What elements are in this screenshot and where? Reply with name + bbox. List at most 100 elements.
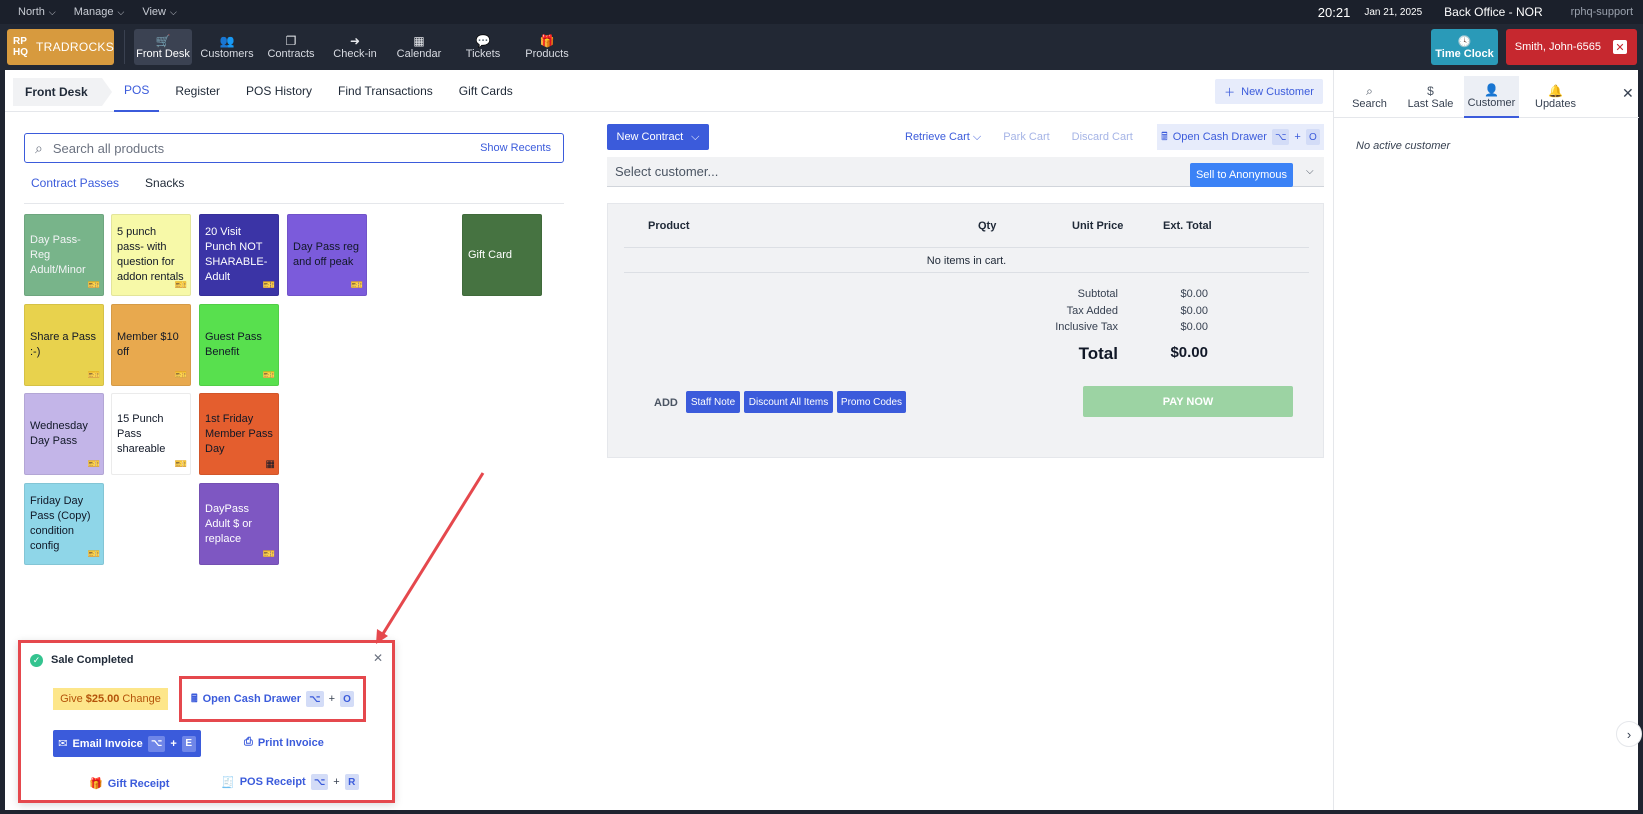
product-tile-label: Day Pass- Reg Adult/Minor [30,233,86,276]
gift-receipt-button[interactable]: 🎁 Gift Receipt [89,777,169,791]
tab-snacks[interactable]: Snacks [138,176,191,204]
nav-calendar[interactable]: ▦ Calendar [390,29,448,65]
tab-last-sale[interactable]: $ Last Sale [1403,76,1458,118]
promo-codes-button[interactable]: Promo Codes [837,391,906,413]
new-customer-button[interactable]: ＋ New Customer [1215,79,1323,104]
sell-to-anonymous-button[interactable]: Sell to Anonymous [1190,163,1293,187]
product-tile[interactable]: 1st Friday Member Pass Day ▦ [199,393,279,475]
product-tile[interactable]: 15 Punch Pass shareable 🎫 [111,393,191,475]
sale-completed-toast: ✓ Sale Completed ✕ Give $25.00 Change 🖩 … [18,640,395,803]
nav-check-in[interactable]: ➜ Check-in [326,29,384,65]
menu-north[interactable]: North ⌵ [18,6,56,18]
park-cart-button[interactable]: Park Cart [1003,131,1049,143]
tab-pos-history[interactable]: POS History [236,70,322,112]
chevron-down-icon: ⌵ [691,130,700,143]
tab-find-transactions[interactable]: Find Transactions [328,70,443,112]
keyboard-modifier-icon: ⌥ [310,774,329,790]
ticket-icon: 🎫 [87,459,100,470]
product-tile-label: Guest Pass Benefit [205,331,262,358]
search-icon: ⌕ [35,139,43,156]
tab-updates[interactable]: 🔔 Updates [1528,76,1583,118]
product-tile[interactable]: DayPass Adult $ or replace 🎫 [199,483,279,565]
nav-label: Customers [200,48,254,60]
divider [624,247,1309,248]
menu-manage[interactable]: Manage ⌵ [74,6,125,18]
product-tile-label: 5 punch pass- with question for addon re… [117,226,184,283]
staff-note-button[interactable]: Staff Note [686,391,740,413]
shortcut-key: O [340,691,354,707]
retrieve-cart-button[interactable]: Retrieve Cart ⌵ [905,131,981,144]
nav-customers[interactable]: 👥 Customers [198,29,256,65]
breadcrumb[interactable]: Front Desk [13,78,112,106]
clock-time: 20:21 [1317,4,1351,20]
email-invoice-button[interactable]: ✉ Email Invoice ⌥ + E [53,730,201,757]
discount-all-items-button[interactable]: Discount All Items [744,391,833,413]
keyboard-modifier-icon: ⌥ [306,691,324,707]
shortcut-key: E [181,735,196,752]
toast-title: Sale Completed [51,654,134,666]
product-tile-label: DayPass Adult $ or replace [205,502,253,545]
checkin-icon: ➜ [349,34,361,48]
nav-label: Calendar [396,48,442,60]
product-tile[interactable]: 20 Visit Punch NOT SHARABLE- Adult 🎫 [199,214,279,296]
ticket-icon: 🎫 [262,280,275,291]
nav-products[interactable]: 🎁 Products [518,29,576,65]
product-search[interactable]: ⌕ Search all products Show Recents [24,133,564,163]
user-button[interactable]: Smith, John-6565 ✕ [1506,29,1637,65]
show-recents-link[interactable]: Show Recents [480,142,551,154]
close-icon[interactable]: ✕ [373,651,383,665]
chevron-down-icon: ⌵ [48,7,56,17]
pay-now-button[interactable]: PAY NOW [1083,386,1293,417]
open-cash-drawer-button[interactable]: 🖩 Open Cash Drawer ⌥ + O [1157,124,1324,150]
office-name[interactable]: Back Office - NOR [1444,5,1542,19]
pos-receipt-button[interactable]: 🧾 POS Receipt ⌥ + R [221,774,359,790]
ticket-icon: 🎫 [87,549,100,560]
nav-divider [124,30,125,64]
tab-search[interactable]: ⌕ Search [1342,76,1397,118]
support-user[interactable]: rphq-support [1571,6,1633,18]
menu-view[interactable]: View ⌵ [142,6,176,18]
product-tile[interactable]: Share a Pass :-) 🎫 [24,304,104,386]
product-tile[interactable]: Day Pass reg and off peak 🎫 [287,214,367,296]
tab-gift-cards[interactable]: Gift Cards [449,70,523,112]
product-tile[interactable]: Gift Card [462,214,542,296]
chevron-down-icon: ⌵ [117,7,125,17]
product-tile[interactable]: Wednesday Day Pass 🎫 [24,393,104,475]
cart-panel: Product Qty Unit Price Ext. Total No ite… [607,203,1324,458]
no-active-customer-text: No active customer [1356,140,1451,152]
product-tile[interactable]: Day Pass- Reg Adult/Minor 🎫 [24,214,104,296]
app-logo[interactable]: RP HQ TRADROCKS [7,29,114,65]
new-contract-button[interactable]: New Contract ⌵ [607,124,709,150]
tab-register[interactable]: Register [165,70,230,112]
inclusive-tax-value: $0.00 [1180,321,1208,333]
nav-contracts[interactable]: ❐ Contracts [262,29,320,65]
open-cash-drawer-button[interactable]: 🖩 Open Cash Drawer ⌥ + O [179,676,366,722]
bell-icon: 🔔 [1548,84,1563,98]
close-icon[interactable]: ✕ [1622,85,1634,102]
ticket-icon: 🎫 [174,280,187,291]
search-input[interactable]: Search all products [53,141,164,156]
ticket-icon: 🎫 [262,370,275,381]
print-invoice-button[interactable]: ⎙ Print Invoice [244,736,324,749]
change-amount: $25.00 [85,693,120,705]
inclusive-tax-label: Inclusive Tax [1055,321,1118,333]
nav-label: Products [525,48,569,60]
product-tile-label: Friday Day Pass (Copy) condition config [30,495,91,552]
chevron-down-icon[interactable]: ⌵ [1306,166,1314,177]
product-tile[interactable]: Member $10 off 🎫 [111,304,191,386]
tab-pos[interactable]: POS [114,70,160,112]
gift-icon: 🎁 [89,778,103,790]
nav-tickets[interactable]: 💬 Tickets [454,29,512,65]
main-navbar: RP HQ TRADROCKS 🛒 Front Desk 👥 Customers ❐ Co… [0,24,1643,70]
time-clock-button[interactable]: 🕓 Time Clock [1431,29,1498,65]
chevron-right-icon[interactable]: › [1616,721,1642,747]
discard-cart-button[interactable]: Discard Cart [1072,131,1133,143]
product-tile[interactable]: Guest Pass Benefit 🎫 [199,304,279,386]
cart-empty-message: No items in cart. [926,255,1007,267]
logout-close-icon[interactable]: ✕ [1613,40,1627,54]
tab-customer[interactable]: 👤 Customer [1464,76,1519,118]
tab-contract-passes[interactable]: Contract Passes [24,176,126,204]
nav-front-desk[interactable]: 🛒 Front Desk [134,29,192,65]
product-tile[interactable]: Friday Day Pass (Copy) condition config 🎫 [24,483,104,565]
product-tile[interactable]: 5 punch pass- with question for addon re… [111,214,191,296]
